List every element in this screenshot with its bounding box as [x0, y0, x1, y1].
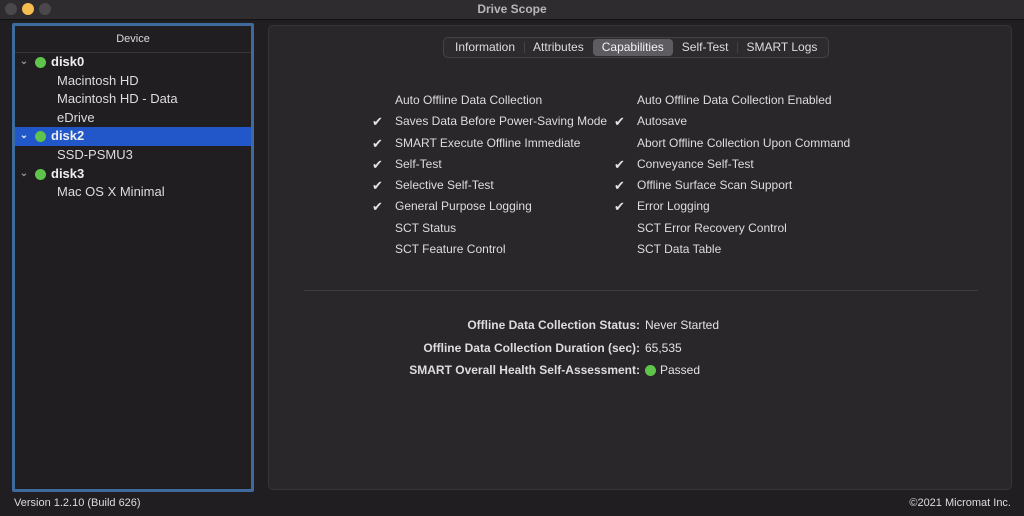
volume-row[interactable]: Mac OS X Minimal	[15, 183, 251, 202]
window-title: Drive Scope	[477, 2, 547, 16]
volume-row[interactable]: eDrive	[15, 109, 251, 128]
disk-status-icon	[35, 57, 46, 68]
disclosure-chevron-icon[interactable]: ⌄	[19, 127, 29, 146]
disk-row-disk0[interactable]: ⌄ disk0	[15, 53, 251, 72]
summary-value: Passed	[645, 359, 700, 382]
capability-item: Abort Offline Collection Upon Command	[614, 133, 850, 154]
disk-status-icon	[35, 168, 46, 180]
tab-information[interactable]: Information	[446, 39, 524, 56]
capability-item: SCT Data Table	[614, 239, 850, 260]
disk-row-disk2[interactable]: ⌄ disk2	[15, 127, 251, 146]
capability-item: SCT Feature Control	[372, 239, 607, 260]
checkmark-icon: ✔	[372, 114, 383, 130]
summary-label: Offline Data Collection Status:	[467, 318, 640, 332]
disk-status-icon	[35, 131, 46, 143]
checkmark-icon: ✔	[372, 199, 383, 215]
tab-smart-logs[interactable]: SMART Logs	[737, 39, 826, 56]
capability-label: Error Logging	[637, 199, 710, 214]
summary-label: Offline Data Collection Duration (sec):	[423, 340, 640, 355]
capability-item: Auto Offline Data Collection	[372, 90, 607, 111]
version-label: Version 1.2.10 (Build 626)	[14, 497, 141, 509]
capability-item: Auto Offline Data Collection Enabled	[614, 90, 850, 111]
summary-value: Never Started	[645, 314, 719, 337]
summary-value: 65,535	[645, 337, 682, 360]
capability-label: Conveyance Self-Test	[637, 156, 754, 171]
capability-label: General Purpose Logging	[395, 199, 532, 214]
capabilities-left-column: Auto Offline Data Collection ✔ Saves Data …	[372, 90, 607, 260]
volume-row[interactable]: Macintosh HD	[15, 72, 251, 91]
capability-label: SCT Data Table	[637, 242, 722, 257]
capability-item: SCT Status	[372, 218, 607, 239]
disclosure-chevron-icon[interactable]: ⌄	[19, 53, 29, 72]
capabilities-right-column: Auto Offline Data Collection Enabled ✔ Aut…	[614, 90, 850, 260]
checkmark-icon: ✔	[614, 156, 625, 172]
capability-label: Self-Test	[395, 156, 442, 171]
capability-label: Selective Self-Test	[395, 178, 494, 193]
summary-row: Offline Data Collection Status: Never Sta…	[300, 314, 800, 337]
capability-label: Abort Offline Collection Upon Command	[637, 135, 851, 150]
capability-item: ✔ SMART Execute Offline Immediate	[372, 133, 607, 154]
health-status-icon	[645, 364, 656, 376]
capability-label: Offline Surface Scan Support	[637, 178, 793, 193]
section-divider	[304, 290, 978, 291]
device-sidebar[interactable]: Device ⌄ disk0 Macintosh HD Macintosh HD - …	[12, 23, 254, 492]
summary-row: Offline Data Collection Duration (sec): 6…	[300, 337, 800, 360]
volume-row[interactable]: Macintosh HD - Data	[15, 90, 251, 109]
volume-row[interactable]: SSD-PSMU3	[15, 146, 251, 165]
capability-label: Auto Offline Data Collection Enabled	[637, 93, 832, 107]
tab-attributes[interactable]: Attributes	[524, 39, 593, 56]
capability-label: Autosave	[637, 114, 688, 129]
checkmark-icon: ✔	[614, 199, 625, 215]
tab-capabilities[interactable]: Capabilities	[592, 39, 673, 56]
capability-label: SCT Error Recovery Control	[637, 220, 787, 235]
capability-item: ✔ Selective Self-Test	[372, 175, 607, 196]
device-column-header[interactable]: Device	[15, 26, 251, 53]
disclosure-chevron-icon[interactable]: ⌄	[19, 165, 29, 184]
capability-item: ✔ Self-Test	[372, 154, 607, 175]
copyright-label: ©2021 Micromat Inc.	[909, 497, 1011, 509]
disk-label: disk0	[51, 54, 85, 69]
summary-value-text: Never Started	[645, 318, 720, 332]
capability-label: SCT Status	[395, 220, 457, 235]
summary-value-text: 65,535	[645, 340, 682, 355]
checkmark-icon: ✔	[372, 178, 383, 194]
capability-label: Auto Offline Data Collection	[395, 93, 543, 107]
capability-label: Saves Data Before Power-Saving Mode	[395, 114, 608, 129]
capability-label: SCT Feature Control	[395, 242, 506, 257]
disk-row-disk3[interactable]: ⌄ disk3	[15, 165, 251, 184]
disk-label: disk2	[51, 128, 85, 144]
checkmark-icon: ✔	[614, 178, 625, 194]
tab-self-test[interactable]: Self-Test	[673, 39, 738, 56]
capability-item: ✔ Autosave	[614, 111, 850, 132]
capability-item: ✔ Conveyance Self-Test	[614, 154, 850, 175]
tab-bar: Information Attributes Capabilities Self-Te…	[443, 37, 830, 58]
device-tree: ⌄ disk0 Macintosh HD Macintosh HD - Data eDr…	[15, 53, 251, 202]
disk-label: disk3	[51, 165, 85, 181]
capability-item: ✔ Saves Data Before Power-Saving Mode	[372, 111, 607, 132]
checkmark-icon: ✔	[614, 114, 625, 130]
summary-row: SMART Overall Health Self-Assessment: Pas…	[300, 359, 800, 382]
checkmark-icon: ✔	[372, 156, 383, 172]
summary-value-text: Passed	[660, 363, 701, 377]
checkmark-icon: ✔	[372, 135, 383, 151]
title-bar: Drive Scope	[0, 0, 1024, 20]
summary-label: SMART Overall Health Self-Assessment:	[409, 363, 640, 377]
capability-label: SMART Execute Offline Immediate	[395, 135, 581, 150]
capability-item: SCT Error Recovery Control	[614, 218, 850, 239]
capability-item: ✔ Offline Surface Scan Support	[614, 175, 850, 196]
summary-section: Offline Data Collection Status: Never Sta…	[300, 314, 800, 382]
capability-item: ✔ General Purpose Logging	[372, 196, 607, 217]
capability-item: ✔ Error Logging	[614, 196, 850, 217]
